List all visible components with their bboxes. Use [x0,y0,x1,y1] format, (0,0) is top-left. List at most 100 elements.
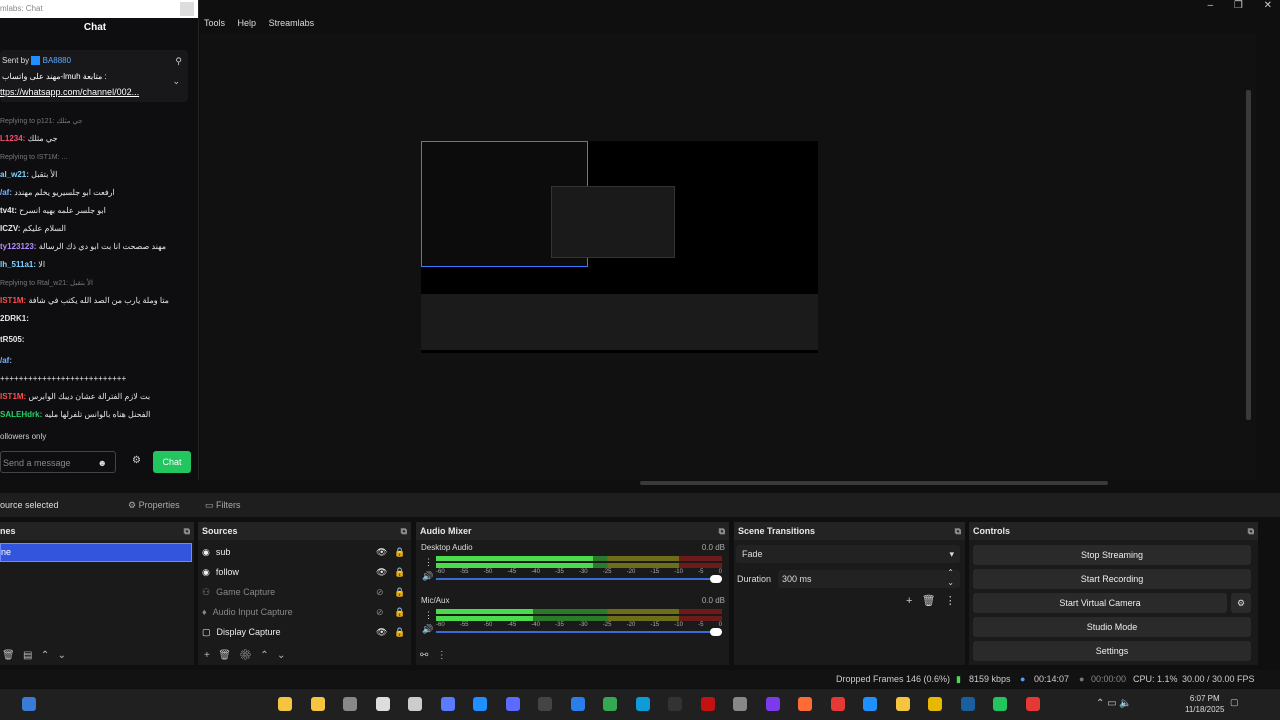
menu-help[interactable]: Help [238,18,257,28]
chat-username[interactable]: /af: [0,356,12,365]
duration-input[interactable]: 300 ms ⌃ ⌄ [778,568,960,588]
move-down-icon[interactable]: ⌄ [277,650,285,661]
transition-select[interactable]: Fade ▾ [736,545,960,563]
more-apps-icon[interactable] [343,697,357,711]
chat-username[interactable]: /af: [0,188,12,197]
copilot-icon[interactable] [440,697,455,711]
delete-icon[interactable]: 🗑 [218,650,231,661]
vertical-scrollbar[interactable] [1246,90,1251,420]
add-icon[interactable]: + [906,595,912,607]
chat-username[interactable]: IST1M: [0,392,26,401]
pinned-link[interactable]: ttps://whatsapp.com/channel/002... [0,87,139,97]
visibility-eye-icon[interactable]: 👁 [376,623,387,641]
scene-item[interactable]: ne [0,543,192,562]
settings-button[interactable]: Settings [973,641,1251,661]
more-icon[interactable]: ⋮ [945,595,956,607]
source-item[interactable]: ◉ follow 👁 🔒 [202,563,405,581]
start-virtual-camera-button[interactable]: Start Virtual Camera [973,593,1227,613]
media-icon[interactable] [830,697,845,711]
properties-button[interactable]: ⚙ Properties [128,500,180,511]
chat-username[interactable]: lh_511a1: [0,260,36,269]
streamlabs-icon[interactable] [993,697,1007,711]
folder-icon[interactable] [310,697,325,711]
visibility-eye-icon[interactable]: 👁 [376,563,387,581]
visibility-eye-icon[interactable]: ⊘ [376,603,384,621]
filters-button[interactable]: ▭ Filters [205,500,241,511]
volume-slider-handle[interactable] [710,628,722,636]
minimize-icon[interactable]: – [1208,0,1214,11]
volume-slider[interactable] [436,575,722,583]
terminal-icon[interactable] [668,697,682,711]
volume-icon[interactable]: 🔈 [1119,698,1131,709]
visibility-eye-icon[interactable]: 👁 [376,543,387,561]
delete-icon[interactable]: 🗑 [2,650,15,661]
move-down-icon[interactable]: ⌄ [58,650,66,661]
popout-icon[interactable]: ⧉ [719,522,725,540]
chrome-icon[interactable] [603,697,617,711]
source-item[interactable]: ◉ sub 👁 🔒 [202,543,405,561]
add-icon[interactable]: + [204,650,210,661]
lock-icon[interactable]: 🔒 [394,623,405,641]
link-icon[interactable]: ⚯ [420,650,428,661]
lock-icon[interactable]: 🔒 [394,563,405,581]
speaker-icon[interactable]: 🔊 [422,571,433,582]
stop-streaming-button[interactable]: Stop Streaming [973,545,1251,565]
chat-username[interactable]: SALEHdrk: [0,410,42,419]
tray-chevron-icon[interactable]: ⌃ [1096,698,1104,709]
source-item[interactable]: ♦ Audio Input Capture ⊘ 🔒 [202,603,405,621]
chat-username[interactable]: ty123123: [0,242,36,251]
popout-icon[interactable]: ⧉ [1248,522,1254,540]
notification-icon[interactable]: ▢ [1230,697,1239,708]
menu-streamlabs[interactable]: Streamlabs [269,18,315,28]
obs-icon[interactable] [1025,697,1040,711]
clock[interactable]: 6:07 PM 11/18/2025 [1185,693,1224,715]
chat-username[interactable]: L1234: [0,134,25,143]
chat-username[interactable]: 2DRK1: [0,314,29,323]
horizontal-scrollbar[interactable] [640,481,1108,485]
settings-gear-icon[interactable]: ⚙ [132,455,141,466]
browser-icon[interactable] [863,697,877,711]
chat-input[interactable]: Send a message ☻ [0,451,116,473]
chat-send-button[interactable]: Chat [153,451,191,473]
volume-slider-handle[interactable] [710,575,722,583]
volume-slider[interactable] [436,628,722,636]
popout-icon[interactable]: ⧉ [955,522,961,540]
chat-username[interactable]: tR505: [0,335,24,344]
emoji-icon[interactable]: ☻ [98,452,107,474]
brave-icon[interactable] [798,697,812,711]
visibility-eye-icon[interactable]: ⊘ [376,583,384,601]
close-icon[interactable]: ✕ [1264,0,1272,11]
files-icon[interactable] [895,697,910,711]
chevron-down-icon[interactable]: ⌄ [172,76,180,87]
more-icon[interactable]: ⋮ [437,650,447,661]
rockstar-icon[interactable] [928,697,942,711]
file-explorer-icon[interactable] [278,697,292,711]
capcut-icon[interactable] [538,697,552,711]
chat-username[interactable]: ICZV: [0,224,20,233]
source-item[interactable]: ▢ Display Capture 👁 🔒 [202,623,405,641]
spinner-icon[interactable]: ⌃ ⌄ [947,568,954,588]
calculator-icon[interactable] [408,697,422,711]
discord-icon[interactable] [505,697,520,711]
chat-username[interactable]: IST1M: [0,296,26,305]
unpin-icon[interactable]: ⚲ [175,56,182,67]
delete-icon[interactable]: 🗑 [922,595,936,607]
mail-icon[interactable] [570,697,585,711]
move-up-icon[interactable]: ⌃ [260,650,268,661]
menu-tools[interactable]: Tools [204,18,225,28]
chat-username[interactable]: tv4t: [0,206,17,215]
steam-icon[interactable] [960,697,975,711]
clock-app-icon[interactable] [375,697,390,711]
start-icon[interactable] [22,697,36,711]
maximize-icon[interactable]: ❐ [1234,0,1243,11]
studio-mode-button[interactable]: Studio Mode [973,617,1251,637]
network-icon[interactable]: ▭ [1107,698,1116,709]
start-recording-button[interactable]: Start Recording [973,569,1251,589]
lock-icon[interactable]: 🔒 [394,603,405,621]
move-up-icon[interactable]: ⌃ [41,650,49,661]
popout-icon[interactable]: ⧉ [184,522,190,540]
popout-icon[interactable]: ⧉ [401,522,407,540]
chat-username[interactable]: al_w21: [0,170,29,179]
store-icon[interactable] [473,697,487,711]
twitch-icon[interactable] [765,697,780,711]
